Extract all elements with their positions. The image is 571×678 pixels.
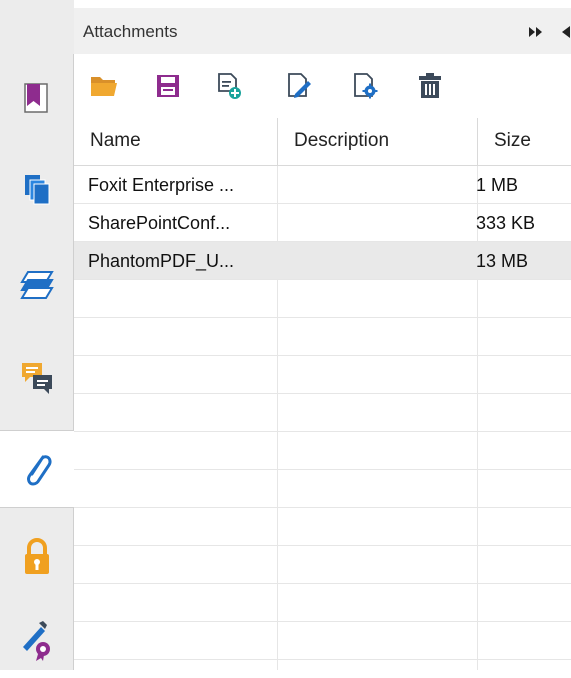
attachments-tab[interactable] xyxy=(0,430,75,508)
layers-icon xyxy=(20,271,54,299)
paperclip-icon xyxy=(26,455,52,486)
save-attachment-button[interactable] xyxy=(150,68,186,104)
bookmarks-tab[interactable] xyxy=(0,60,74,138)
attachments-table: Name Description Size Foxit Enterprise .… xyxy=(74,118,571,670)
table-header: Name Description Size xyxy=(74,118,571,166)
empty-row xyxy=(74,546,571,584)
attachments-toolbar xyxy=(74,54,571,118)
layers-tab[interactable] xyxy=(0,245,74,323)
delete-attachment-button[interactable] xyxy=(412,68,448,104)
trash-icon xyxy=(419,73,441,98)
empty-row xyxy=(74,508,571,546)
panel-header: Attachments xyxy=(74,8,571,54)
cell-size: 1 MB xyxy=(476,175,519,195)
open-attachment-button[interactable] xyxy=(86,68,122,104)
empty-row xyxy=(74,584,571,622)
pages-icon xyxy=(25,175,50,205)
empty-row xyxy=(74,622,571,660)
signature-icon xyxy=(23,621,50,661)
empty-row xyxy=(74,280,571,318)
pages-tab[interactable] xyxy=(0,150,74,228)
arrow-left-icon[interactable] xyxy=(560,26,571,38)
empty-row xyxy=(74,394,571,432)
attachment-properties-button[interactable] xyxy=(348,68,384,104)
folder-open-icon xyxy=(91,77,117,96)
table-row[interactable]: Foxit Enterprise ... 1 MB xyxy=(74,166,571,204)
comments-icon xyxy=(22,363,52,394)
security-tab[interactable] xyxy=(0,518,74,596)
cell-name: Foxit Enterprise ... xyxy=(88,175,235,195)
empty-row xyxy=(74,318,571,356)
lock-icon xyxy=(25,538,49,574)
cell-size: 13 MB xyxy=(476,251,529,271)
edit-description-button[interactable] xyxy=(282,68,318,104)
empty-row xyxy=(74,470,571,508)
column-header-size[interactable]: Size xyxy=(478,118,571,166)
document-gear-icon xyxy=(354,73,378,99)
cell-name: SharePointConf... xyxy=(88,213,231,233)
cell-description xyxy=(278,166,478,204)
double-chevron-right-icon[interactable] xyxy=(528,26,544,38)
column-header-name[interactable]: Name xyxy=(74,118,278,166)
table-row[interactable]: SharePointConf... 333 KB xyxy=(74,204,571,242)
cell-description xyxy=(278,204,478,242)
empty-row xyxy=(74,356,571,394)
panel-title: Attachments xyxy=(83,22,178,41)
bookmarks-icon xyxy=(24,83,48,113)
comments-tab[interactable] xyxy=(0,338,74,416)
cell-description xyxy=(278,242,478,280)
table-row-selected[interactable]: PhantomPDF_U... 13 MB xyxy=(74,242,571,280)
column-header-description[interactable]: Description xyxy=(278,118,478,166)
add-file-button[interactable] xyxy=(211,68,247,104)
signatures-tab[interactable] xyxy=(0,600,74,678)
add-file-icon xyxy=(218,73,241,99)
save-icon xyxy=(157,75,179,97)
edit-document-icon xyxy=(288,73,311,98)
cell-name: PhantomPDF_U... xyxy=(88,251,235,271)
cell-size: 333 KB xyxy=(476,213,536,233)
empty-row xyxy=(74,432,571,470)
